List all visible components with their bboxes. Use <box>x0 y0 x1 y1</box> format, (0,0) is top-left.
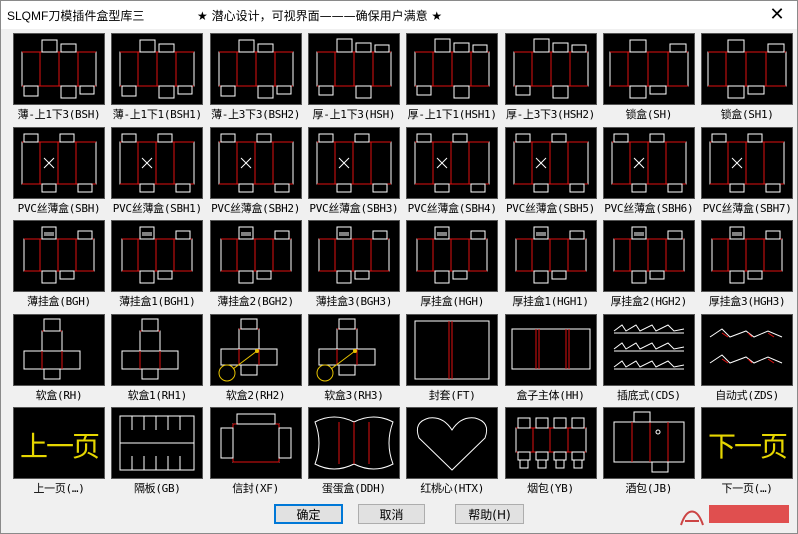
box-type-label: 厚挂盒3(HGH3) <box>708 295 786 308</box>
box-type-label: PVC丝薄盒(SBH5) <box>505 201 595 215</box>
title-slogan: ★ 潜心设计，可视界面———确保用户满意 ★ <box>197 9 443 23</box>
tuck-box-thick-icon[interactable] <box>406 33 499 105</box>
box-type-label: 厚-上1下1(HSH1) <box>407 108 497 121</box>
box-type-label: 锁盒(SH1) <box>720 108 774 121</box>
tuck-box-thick-icon[interactable] <box>307 33 400 105</box>
pvc-box-icon[interactable] <box>111 126 204 199</box>
box-type-label: 烟包(YB) <box>527 482 574 495</box>
box-type-label: 薄-上1下3(BSH) <box>17 108 101 121</box>
box-type-label: 软盒1(RH1) <box>127 388 188 402</box>
box-type-label: 封套(FT) <box>428 388 476 402</box>
soft-box-icon[interactable] <box>111 313 204 386</box>
pvc-box-icon[interactable] <box>504 126 597 199</box>
box-type-label: 薄-上1下1(BSH1) <box>112 108 202 121</box>
pvc-box-icon[interactable] <box>602 126 695 199</box>
pvc-box-icon[interactable] <box>307 126 400 199</box>
box-type-label: 软盒(RH) <box>35 388 83 402</box>
tuck-box-thick-icon[interactable] <box>504 33 597 105</box>
help-button[interactable]: 帮助(H) <box>455 504 524 524</box>
lock-box-icon[interactable] <box>602 33 695 105</box>
box-type-label: 红桃心(HTX) <box>420 482 485 495</box>
hang-box-icon[interactable] <box>406 220 499 292</box>
box-type-label: 锁盒(SH) <box>625 108 673 121</box>
title-bar: SLQMF刀模插件盒型库三 ★ 潜心设计，可视界面———确保用户满意 ★ ✕ <box>1 1 797 29</box>
box-type-label: 薄挂盒2(BGH2) <box>217 295 294 308</box>
box-type-label: 盒子主体(HH) <box>516 388 585 402</box>
close-icon[interactable]: ✕ <box>767 5 787 25</box>
box-type-label: PVC丝薄盒(SBH7) <box>702 201 792 215</box>
sleeve-icon[interactable] <box>406 313 499 386</box>
box-type-label: PVC丝薄盒(SBH3) <box>309 201 399 215</box>
box-type-label: 隔板(GB) <box>133 482 181 495</box>
dialog-window: SLQMF刀模插件盒型库三 ★ 潜心设计，可视界面———确保用户满意 ★ ✕ 薄… <box>0 0 798 534</box>
hang-box-icon[interactable] <box>209 220 302 292</box>
box-type-label: PVC丝薄盒(SBH6) <box>604 201 694 215</box>
box-type-label: 信封(XF) <box>232 482 279 495</box>
pvc-box-icon[interactable] <box>701 126 794 199</box>
box-type-label: 薄挂盒3(BGH3) <box>315 295 393 308</box>
box-type-label: 自动式(ZDS) <box>715 388 779 402</box>
hang-box-icon[interactable] <box>602 220 695 292</box>
box-type-label: 厚-上1下3(HSH) <box>312 108 396 121</box>
box-type-label: 厚-上3下3(HSH2) <box>505 108 595 121</box>
soft-box-detail-icon[interactable] <box>307 313 400 386</box>
prev-page-icon[interactable]: 上一页 <box>13 407 105 479</box>
hang-box-icon[interactable] <box>701 220 794 292</box>
pvc-box-icon[interactable] <box>209 126 302 199</box>
watermark-logo <box>680 505 789 526</box>
next-page-text: 下一页 <box>708 430 787 463</box>
box-type-label: 软盒2(RH2) <box>225 388 286 402</box>
window-title: SLQMF刀模插件盒型库三 <box>7 9 145 23</box>
box-type-label: 薄-上3下3(BSH2) <box>211 108 301 121</box>
wine-pack-icon[interactable] <box>602 407 695 479</box>
box-type-label: PVC丝薄盒(SBH4) <box>407 201 497 215</box>
lock-box-icon[interactable] <box>701 33 794 105</box>
tuck-box-thin-icon[interactable] <box>13 33 105 105</box>
help-label: 帮助(H) <box>468 508 511 522</box>
soft-box-detail-icon[interactable] <box>209 313 302 386</box>
box-type-label: 薄挂盒1(BGH1) <box>119 295 196 308</box>
auto-bottom-icon[interactable] <box>701 313 794 386</box>
box-type-label: PVC丝薄盒(SBH) <box>17 201 101 215</box>
box-body-icon[interactable] <box>504 313 597 386</box>
hang-box-icon[interactable] <box>307 220 400 292</box>
insert-bottom-icon[interactable] <box>602 313 695 386</box>
hang-box-icon[interactable] <box>13 220 105 292</box>
tuck-box-thin-icon[interactable] <box>209 33 302 105</box>
box-type-label: PVC丝薄盒(SBH1) <box>112 201 202 215</box>
box-type-label: PVC丝薄盒(SBH2) <box>211 201 301 215</box>
box-type-label: 厚挂盒1(HGH1) <box>512 295 589 308</box>
box-type-label: 下一页(…) <box>721 482 773 495</box>
ok-button[interactable]: 确定 <box>274 504 343 524</box>
envelope-icon[interactable] <box>209 407 302 479</box>
tuck-box-thin-icon[interactable] <box>111 33 204 105</box>
divider-icon[interactable] <box>111 407 204 479</box>
cancel-button[interactable]: 取消 <box>358 504 425 524</box>
next-page-icon[interactable]: 下一页 <box>701 407 794 479</box>
box-type-label: 蛋蛋盒(DDH) <box>322 482 386 495</box>
cigarette-pack-icon[interactable] <box>504 407 597 479</box>
pvc-box-icon[interactable] <box>406 126 499 199</box>
pvc-box-icon[interactable] <box>13 126 105 199</box>
hang-box-icon[interactable] <box>504 220 597 292</box>
box-type-label: 上一页(…) <box>33 482 85 495</box>
prev-page-text: 上一页 <box>20 430 99 463</box>
hang-box-icon[interactable] <box>111 220 204 292</box>
box-type-label: 薄挂盒(BGH) <box>27 295 91 308</box>
soft-box-icon[interactable] <box>13 313 105 386</box>
box-type-label: 酒包(JB) <box>625 482 673 495</box>
box-type-label: 软盒3(RH3) <box>324 388 384 402</box>
box-type-label: 厚挂盒(HGH) <box>420 295 485 308</box>
heart-icon[interactable] <box>406 407 499 479</box>
box-type-label: 插底式(CDS) <box>616 388 681 402</box>
egg-box-icon[interactable] <box>307 407 400 479</box>
box-type-label: 厚挂盒2(HGH2) <box>610 295 688 308</box>
